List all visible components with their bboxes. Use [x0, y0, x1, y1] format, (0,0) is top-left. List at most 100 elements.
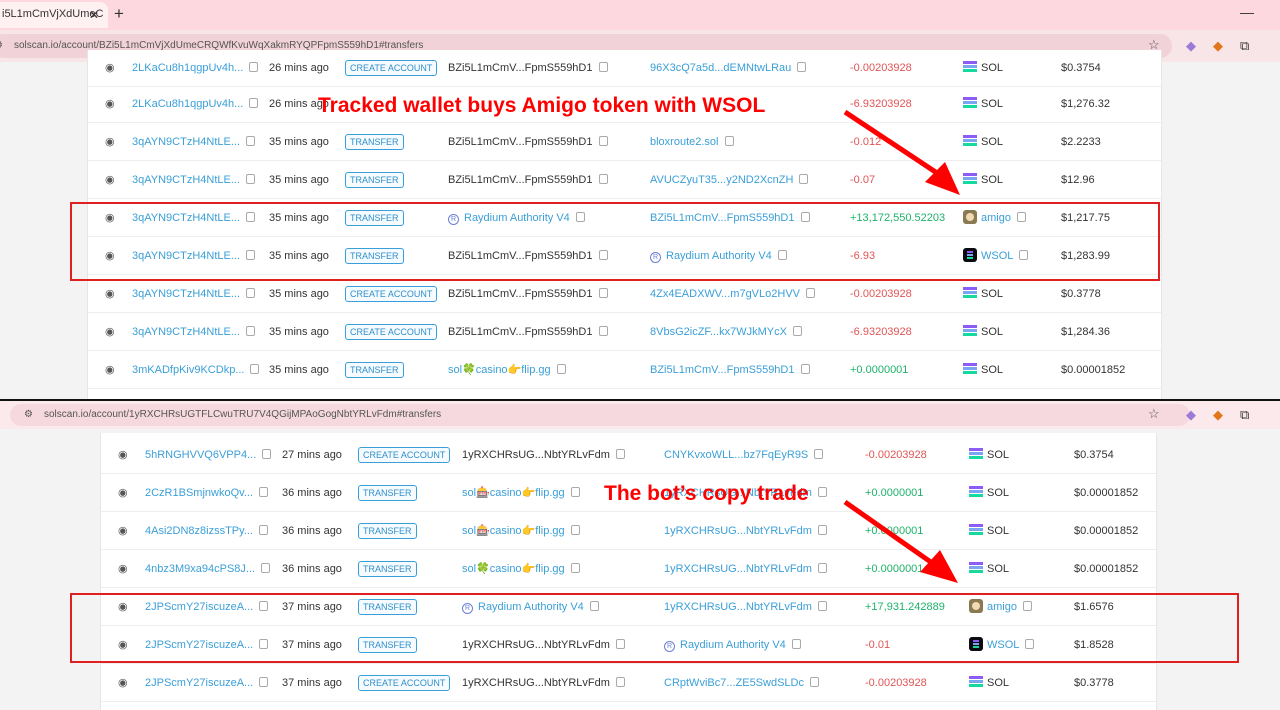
eye-icon[interactable]: ◉	[118, 474, 128, 512]
extension-metamask-icon[interactable]: ◆	[1213, 38, 1223, 54]
extension-phantom-icon[interactable]: ◆	[1186, 407, 1196, 423]
table-row[interactable]: ◉ 3qAYN9CTzH4NtLE... 35 mins ago CREATE ACC…	[88, 313, 1161, 351]
copy-icon[interactable]	[800, 364, 810, 374]
copy-icon[interactable]	[598, 288, 608, 298]
copy-icon[interactable]	[817, 487, 827, 497]
bookmark-star-icon[interactable]: ☆	[1148, 406, 1160, 422]
copy-icon[interactable]	[246, 288, 256, 298]
extension-metamask-icon[interactable]: ◆	[1213, 407, 1223, 423]
to-address[interactable]: 1yRXCHRsUG...NbtYRLvFdm	[664, 525, 812, 537]
copy-icon[interactable]	[250, 364, 260, 374]
to-address[interactable]: 4Zx4EADXWV...m7gVLo2HVV	[650, 288, 800, 300]
from-address[interactable]: 1yRXCHRsUG...NbtYRLvFdm	[462, 677, 610, 689]
table-row[interactable]: ◉ 4Asi2DN8z8izssTPy... 36 mins ago TRANSFER…	[101, 512, 1156, 550]
eye-icon[interactable]: ◉	[105, 161, 115, 199]
from-address[interactable]: sol🎰casino👉flip.gg	[462, 487, 565, 499]
from-address[interactable]: BZi5L1mCmV...FpmS559hD1	[448, 62, 593, 74]
copy-icon[interactable]	[570, 525, 580, 535]
copy-icon[interactable]	[556, 364, 566, 374]
signature-link[interactable]: 5hRNGHVVQ6VPP4...	[145, 449, 256, 461]
copy-icon[interactable]	[806, 288, 815, 298]
eye-icon[interactable]: ◉	[118, 512, 128, 550]
copy-icon[interactable]	[261, 563, 271, 573]
signature-link[interactable]: 3qAYN9CTzH4NtLE...	[132, 174, 240, 186]
address-bar[interactable]: ⚙ solscan.io/account/1yRXCHRsUGTFLCwuTRU…	[10, 404, 1190, 426]
from-address[interactable]: BZi5L1mCmV...FpmS559hD1	[448, 288, 593, 300]
copy-icon[interactable]	[817, 525, 827, 535]
extensions-puzzle-icon[interactable]: ⧉	[1240, 38, 1249, 54]
eye-icon[interactable]: ◉	[118, 436, 128, 474]
extension-phantom-icon[interactable]: ◆	[1186, 38, 1196, 54]
copy-icon[interactable]	[259, 487, 268, 497]
browser-tab[interactable]: i5L1mCmVjXdUmeC ✕	[0, 2, 108, 28]
table-row[interactable]: ◉ 2JPScmY27iscuzeA... 37 mins ago CREATE AC…	[101, 664, 1156, 702]
signature-link[interactable]: 4nbz3M9xa94cPS8J...	[145, 563, 255, 575]
copy-icon[interactable]	[246, 136, 256, 146]
copy-icon[interactable]	[799, 174, 809, 184]
eye-icon[interactable]: ◉	[105, 123, 115, 161]
to-address[interactable]: BZi5L1mCmV...FpmS559hD1	[650, 364, 795, 376]
signature-link[interactable]: 2CzR1BSmjnwkoQv...	[145, 487, 253, 499]
from-address[interactable]: sol🎰casino👉flip.gg	[462, 525, 565, 537]
copy-icon[interactable]	[814, 449, 824, 459]
to-address[interactable]: 1yRXCHRsUG...NbtYRLvFdm	[664, 563, 812, 575]
copy-icon[interactable]	[262, 449, 272, 459]
from-address[interactable]: BZi5L1mCmV...FpmS559hD1	[448, 326, 593, 338]
copy-icon[interactable]	[246, 174, 256, 184]
from-address[interactable]: 1yRXCHRsUG...NbtYRLvFdm	[462, 449, 610, 461]
copy-icon[interactable]	[797, 62, 807, 72]
site-info-icon[interactable]: ⚙	[0, 40, 3, 51]
table-row[interactable]: ◉ 3qAYN9CTzH4NtLE... 35 mins ago TRANSFER BZ…	[88, 161, 1161, 199]
copy-icon[interactable]	[598, 136, 608, 146]
table-row[interactable]: ◉ 2LKaCu8h1qgpUv4h... 26 mins ago CREATE AC…	[88, 49, 1161, 87]
table-row[interactable]: ◉ 5hRNGHVVQ6VPP4... 27 mins ago CREATE ACCO…	[101, 436, 1156, 474]
copy-icon[interactable]	[615, 677, 625, 687]
table-row[interactable]: ◉ 4nbz3M9xa94cPS8J... 36 mins ago TRANSFER s…	[101, 550, 1156, 588]
signature-link[interactable]: 2JPScmY27iscuzeA...	[145, 677, 253, 689]
signature-link[interactable]: 4Asi2DN8z8izssTPy...	[145, 525, 253, 537]
copy-icon[interactable]	[570, 563, 580, 573]
to-address[interactable]: AVUCZyuT35...y2ND2XcnZH	[650, 174, 793, 186]
copy-icon[interactable]	[259, 677, 269, 687]
minimize-button[interactable]: —	[1240, 4, 1254, 20]
copy-icon[interactable]	[615, 449, 625, 459]
copy-icon[interactable]	[809, 677, 819, 687]
copy-icon[interactable]	[724, 136, 734, 146]
copy-icon[interactable]	[598, 174, 608, 184]
to-address[interactable]: 8VbsG2icZF...kx7WJkMYcX	[650, 326, 787, 338]
eye-icon[interactable]: ◉	[118, 550, 128, 588]
signature-link[interactable]: 3mKADfpKiv9KCDkp...	[132, 364, 244, 376]
copy-icon[interactable]	[259, 525, 268, 535]
to-address[interactable]: CRptWviBc7...ZE5SwdSLDc	[664, 677, 804, 689]
copy-icon[interactable]	[246, 326, 256, 336]
signature-link[interactable]: 2LKaCu8h1qgpUv4h...	[132, 62, 243, 74]
copy-icon[interactable]	[598, 62, 608, 72]
eye-icon[interactable]: ◉	[118, 664, 128, 702]
eye-icon[interactable]: ◉	[105, 49, 115, 87]
site-info-icon[interactable]: ⚙	[24, 409, 33, 420]
signature-link[interactable]: 2LKaCu8h1qgpUv4h...	[132, 98, 243, 110]
copy-icon[interactable]	[598, 326, 608, 336]
from-address[interactable]: BZi5L1mCmV...FpmS559hD1	[448, 136, 593, 148]
copy-icon[interactable]	[817, 563, 827, 573]
copy-icon[interactable]	[570, 487, 580, 497]
new-tab-button[interactable]: +	[114, 4, 124, 24]
copy-icon[interactable]	[249, 98, 259, 108]
close-tab-icon[interactable]: ✕	[89, 8, 99, 22]
copy-icon[interactable]	[249, 62, 259, 72]
to-address[interactable]: 96X3cQ7a5d...dEMNtwLRau	[650, 62, 791, 74]
table-row[interactable]: ◉ 3mKADfpKiv9KCDkp... 35 mins ago TRANSFER s…	[88, 351, 1161, 389]
eye-icon[interactable]: ◉	[105, 85, 115, 123]
copy-icon[interactable]	[792, 326, 802, 336]
eye-icon[interactable]: ◉	[105, 351, 115, 389]
to-address[interactable]: CNYKvxoWLL...bz7FqEyR9S	[664, 449, 808, 461]
from-address[interactable]: BZi5L1mCmV...FpmS559hD1	[448, 174, 593, 186]
extensions-puzzle-icon[interactable]: ⧉	[1240, 407, 1249, 423]
to-address[interactable]: bloxroute2.sol	[650, 136, 719, 148]
signature-link[interactable]: 3qAYN9CTzH4NtLE...	[132, 136, 240, 148]
table-row[interactable]: ◉ 3qAYN9CTzH4NtLE... 35 mins ago TRANSFER BZ…	[88, 123, 1161, 161]
signature-link[interactable]: 3qAYN9CTzH4NtLE...	[132, 326, 240, 338]
eye-icon[interactable]: ◉	[105, 313, 115, 351]
signature-link[interactable]: 3qAYN9CTzH4NtLE...	[132, 288, 240, 300]
from-address[interactable]: sol🍀casino👉flip.gg	[462, 563, 565, 575]
